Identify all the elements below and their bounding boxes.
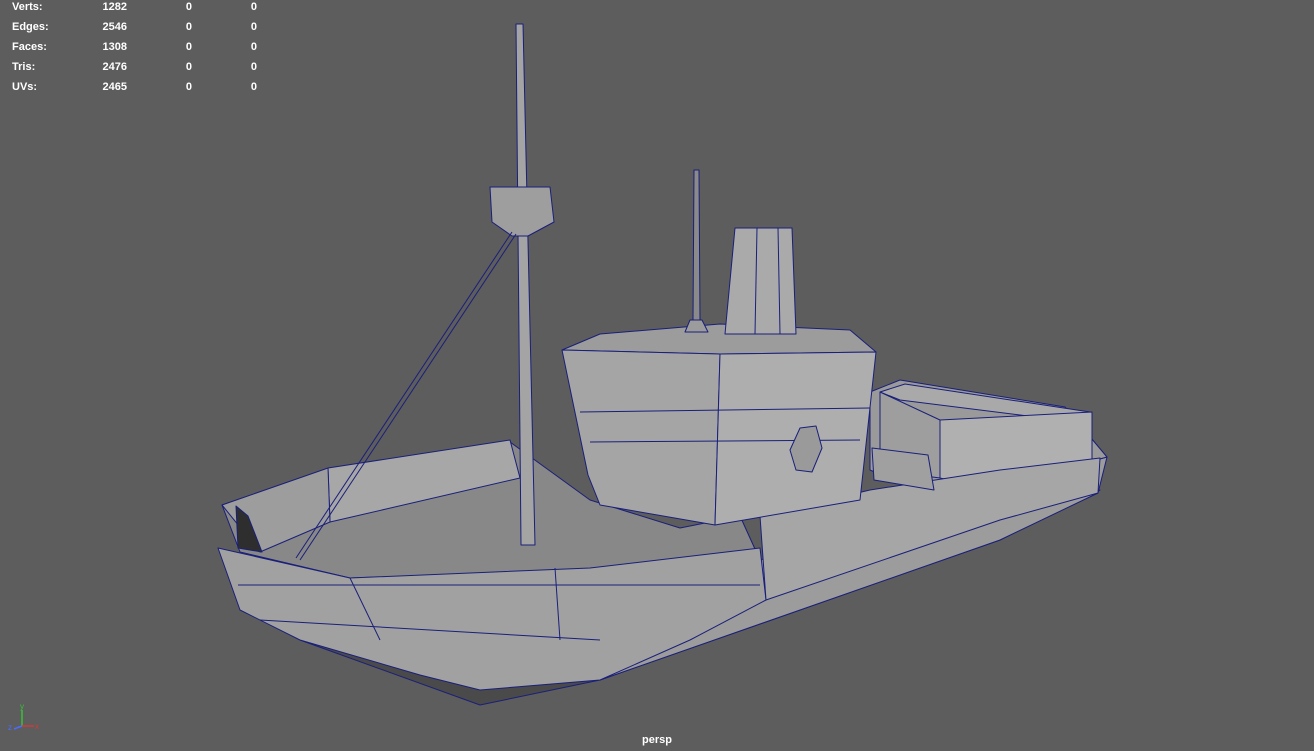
antenna-base	[684, 319, 709, 333]
boat-model[interactable]	[217, 23, 1108, 706]
antenna	[692, 169, 701, 321]
deckhouse-roof	[561, 323, 877, 355]
stats-selected-obj: 0	[250, 81, 257, 93]
axis-x-label: x	[35, 722, 39, 731]
axis-y-label: y	[20, 702, 24, 711]
stats-selected-obj: 0	[250, 1, 257, 13]
stats-value: 1308	[102, 41, 127, 53]
stats-selected-obj: 0	[250, 61, 257, 73]
stats-label: Edges:	[12, 21, 49, 33]
funnel	[724, 227, 797, 335]
stats-selected: 0	[185, 41, 192, 53]
stats-label: UVs:	[12, 81, 38, 93]
stats-value: 2465	[102, 81, 127, 93]
stats-selected: 0	[185, 61, 192, 73]
stats-label: Faces:	[12, 41, 47, 53]
stats-selected: 0	[185, 1, 192, 13]
stats-label: Tris:	[12, 61, 36, 73]
crows-nest	[489, 186, 555, 237]
winch	[871, 447, 935, 491]
axis-z-line	[13, 725, 23, 730]
stats-value: 2546	[102, 21, 127, 33]
stats-value: 2476	[102, 61, 127, 73]
axis-z-label: z	[8, 723, 12, 732]
stats-value: 1282	[102, 1, 127, 13]
axis-gizmo: y x z	[8, 702, 39, 732]
stats-selected: 0	[185, 21, 192, 33]
stats-selected: 0	[185, 81, 192, 93]
camera-label: persp	[642, 734, 672, 746]
stats-selected-obj: 0	[250, 41, 257, 53]
stats-selected-obj: 0	[250, 21, 257, 33]
viewport-perspective[interactable]	[0, 0, 1314, 751]
stats-label: Verts:	[12, 1, 43, 13]
